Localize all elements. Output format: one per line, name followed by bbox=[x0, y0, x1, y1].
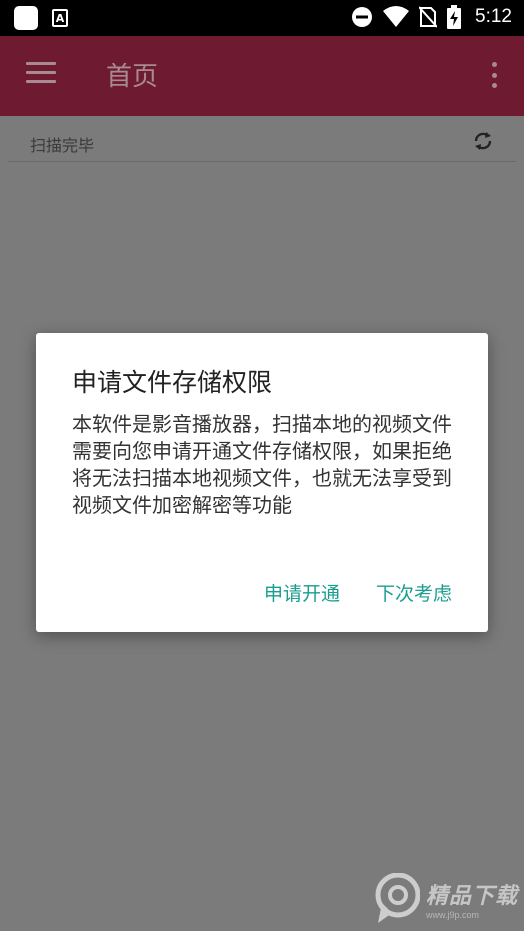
request-permission-button[interactable]: 申请开通 bbox=[264, 579, 340, 606]
status-bar-right: 5:12 bbox=[351, 5, 512, 29]
status-bar: A 5:12 bbox=[0, 0, 524, 36]
battery-charging-icon bbox=[447, 5, 462, 29]
font-icon: A bbox=[52, 9, 68, 27]
wifi-icon bbox=[383, 6, 410, 27]
watermark-logo-icon bbox=[375, 873, 420, 923]
watermark: 精品下载 www.j9p.com bbox=[374, 873, 518, 925]
dialog-actions: 申请开通 下次考虑 bbox=[264, 579, 452, 606]
clock: 5:12 bbox=[475, 6, 512, 27]
more-vert-icon[interactable] bbox=[490, 62, 498, 88]
do-not-disturb-icon bbox=[352, 7, 373, 27]
status-bar-left: A bbox=[14, 6, 68, 30]
later-button[interactable]: 下次考虑 bbox=[376, 579, 452, 606]
app-notification-icon bbox=[14, 6, 38, 30]
page-title: 首页 bbox=[106, 62, 159, 92]
scan-status-text: 扫描完毕 bbox=[30, 136, 95, 155]
watermark-text: 精品下载 bbox=[425, 884, 518, 909]
app-bar: 首页 bbox=[0, 36, 524, 116]
permission-dialog: 申请文件存储权限 本软件是影音播放器，扫描本地的视频文件需要向您申请开通文件存储… bbox=[36, 333, 488, 632]
dialog-title: 申请文件存储权限 bbox=[72, 368, 273, 397]
watermark-url: www.j9p.com bbox=[425, 910, 479, 920]
refresh-icon[interactable] bbox=[472, 130, 494, 152]
no-sim-icon bbox=[419, 6, 438, 28]
menu-icon[interactable] bbox=[26, 62, 56, 86]
dialog-message: 本软件是影音播放器，扫描本地的视频文件需要向您申请开通文件存储权限，如果拒绝将无… bbox=[72, 412, 452, 517]
scan-status-bar: 扫描完毕 bbox=[8, 118, 516, 162]
